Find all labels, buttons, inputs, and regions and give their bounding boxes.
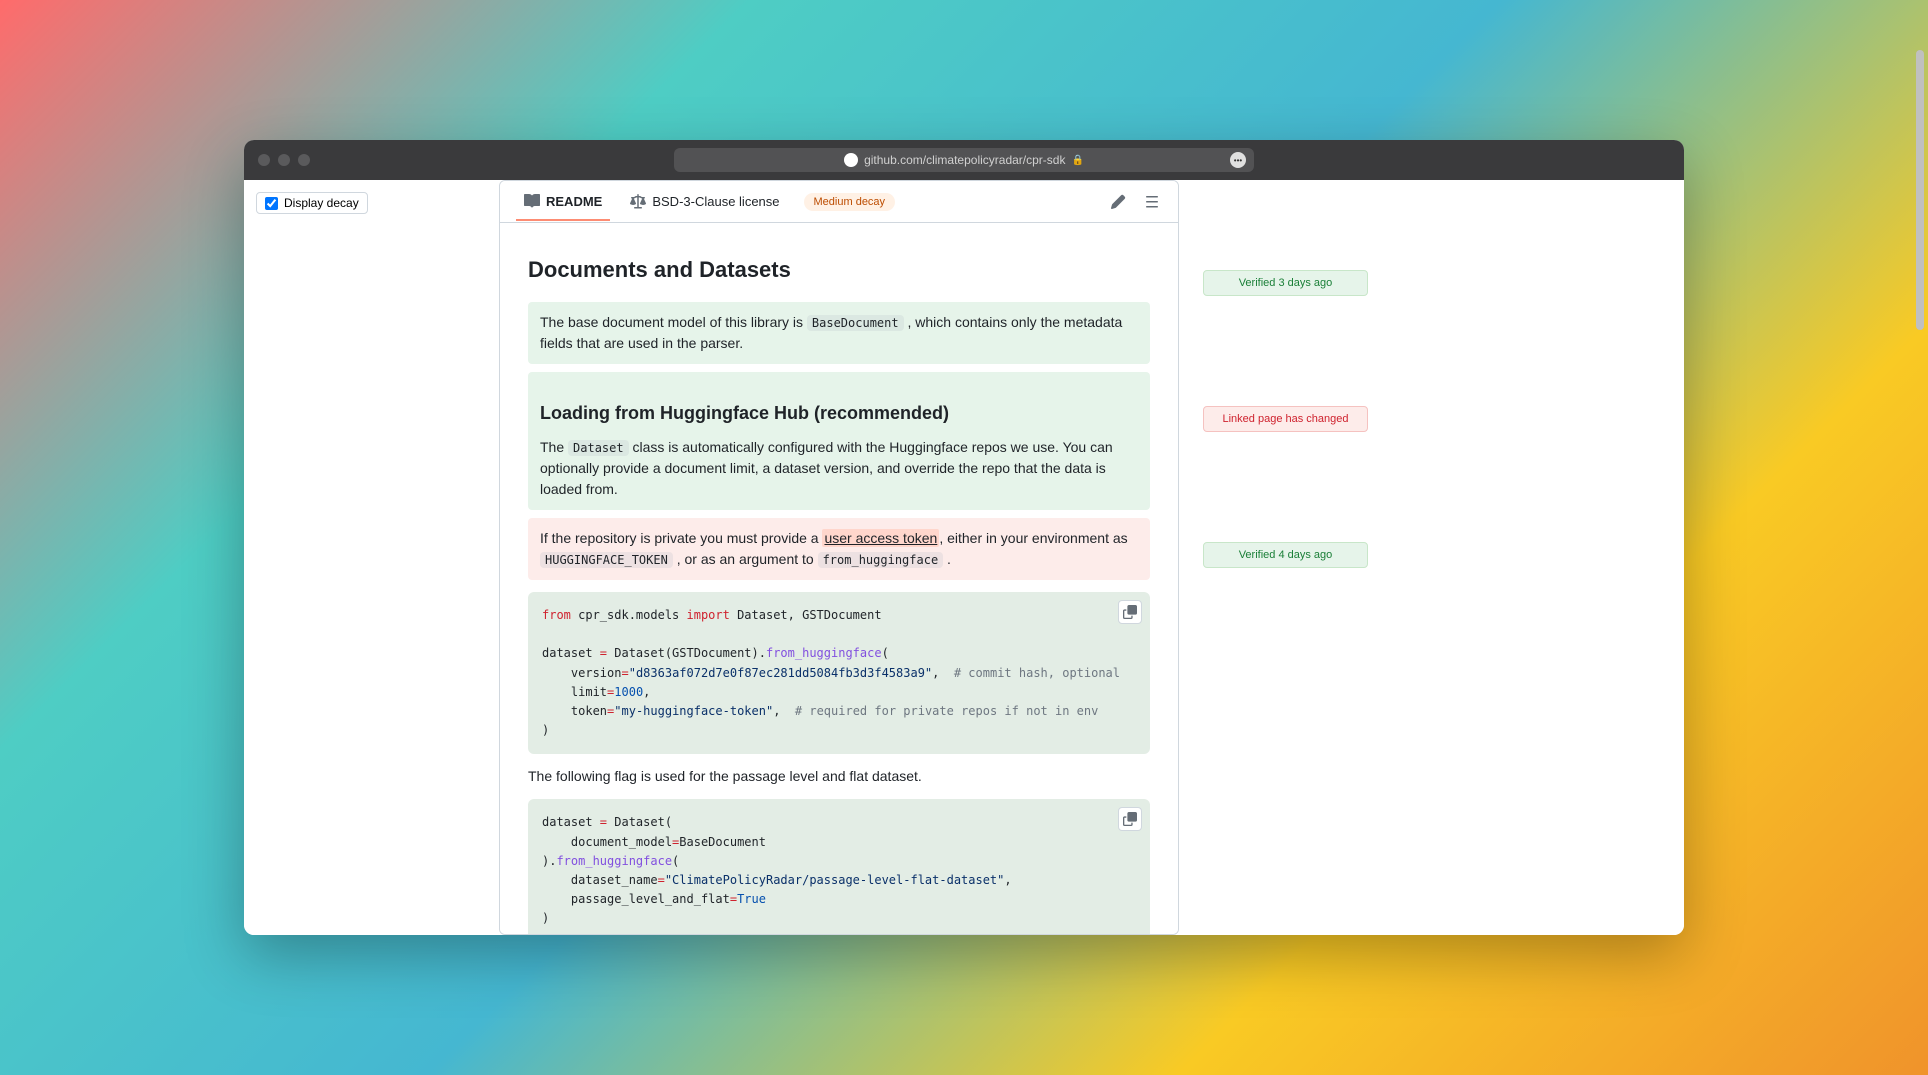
edit-button[interactable] — [1108, 192, 1128, 212]
traffic-lights — [258, 154, 310, 166]
inline-code-dataset: Dataset — [568, 440, 629, 456]
link-user-access-token[interactable]: user access token — [822, 529, 939, 547]
decay-badge: Medium decay — [804, 193, 896, 211]
status-column: Verified 3 days ago Linked page has chan… — [1179, 180, 1684, 935]
left-gutter: Display decay — [244, 180, 499, 935]
inline-code-hftoken: HUGGINGFACE_TOKEN — [540, 552, 673, 568]
display-decay-label: Display decay — [284, 196, 359, 210]
copy-button[interactable] — [1118, 807, 1142, 831]
law-icon — [630, 194, 646, 210]
display-decay-toggle[interactable]: Display decay — [256, 192, 368, 214]
inline-code-fromhf: from_huggingface — [818, 552, 944, 568]
copy-button[interactable] — [1118, 600, 1142, 624]
code-block-2: dataset = Dataset( document_model=BaseDo… — [528, 799, 1150, 935]
para-base-document: The base document model of this library … — [528, 302, 1150, 364]
para-flag: The following flag is used for the passa… — [528, 766, 1150, 787]
status-verified-4d: Verified 4 days ago — [1203, 542, 1368, 568]
tab-license[interactable]: BSD-3-Clause license — [622, 184, 787, 220]
tab-readme-label: README — [546, 194, 602, 209]
github-icon — [844, 153, 858, 167]
tabs-row: README BSD-3-Clause license Medium decay — [500, 181, 1178, 223]
heading-hf: Loading from Huggingface Hub (recommende… — [540, 400, 1138, 427]
status-page-changed: Linked page has changed — [1203, 406, 1368, 432]
url-bar[interactable]: github.com/climatepolicyradar/cpr-sdk 🔒 … — [674, 148, 1254, 172]
browser-window: github.com/climatepolicyradar/cpr-sdk 🔒 … — [244, 140, 1684, 935]
tab-readme[interactable]: README — [516, 183, 610, 221]
minimize-window-button[interactable] — [278, 154, 290, 166]
url-text: github.com/climatepolicyradar/cpr-sdk — [864, 153, 1065, 167]
para-dataset-class: The Dataset class is automatically confi… — [540, 437, 1138, 500]
para-private-repo: If the repository is private you must pr… — [528, 518, 1150, 580]
tabs-actions — [1108, 192, 1162, 212]
close-window-button[interactable] — [258, 154, 270, 166]
readme-body: Documents and Datasets The base document… — [500, 223, 1178, 935]
display-decay-checkbox[interactable] — [265, 197, 278, 210]
url-menu-button[interactable]: ••• — [1230, 152, 1246, 168]
tab-license-label: BSD-3-Clause license — [652, 194, 779, 209]
readme-panel: README BSD-3-Clause license Medium decay — [499, 180, 1179, 935]
outline-button[interactable] — [1142, 192, 1162, 212]
inline-code-basedocument: BaseDocument — [807, 315, 904, 331]
lock-icon: 🔒 — [1071, 155, 1083, 166]
book-icon — [524, 193, 540, 209]
code-block-1: from cpr_sdk.models import Dataset, GSTD… — [528, 592, 1150, 754]
maximize-window-button[interactable] — [298, 154, 310, 166]
content-area: Display decay README BSD-3-Clause licens… — [244, 180, 1684, 935]
titlebar: github.com/climatepolicyradar/cpr-sdk 🔒 … — [244, 140, 1684, 180]
status-verified-3d: Verified 3 days ago — [1203, 270, 1368, 296]
section-hf: Loading from Huggingface Hub (recommende… — [528, 372, 1150, 510]
heading-documents: Documents and Datasets — [528, 253, 1150, 286]
